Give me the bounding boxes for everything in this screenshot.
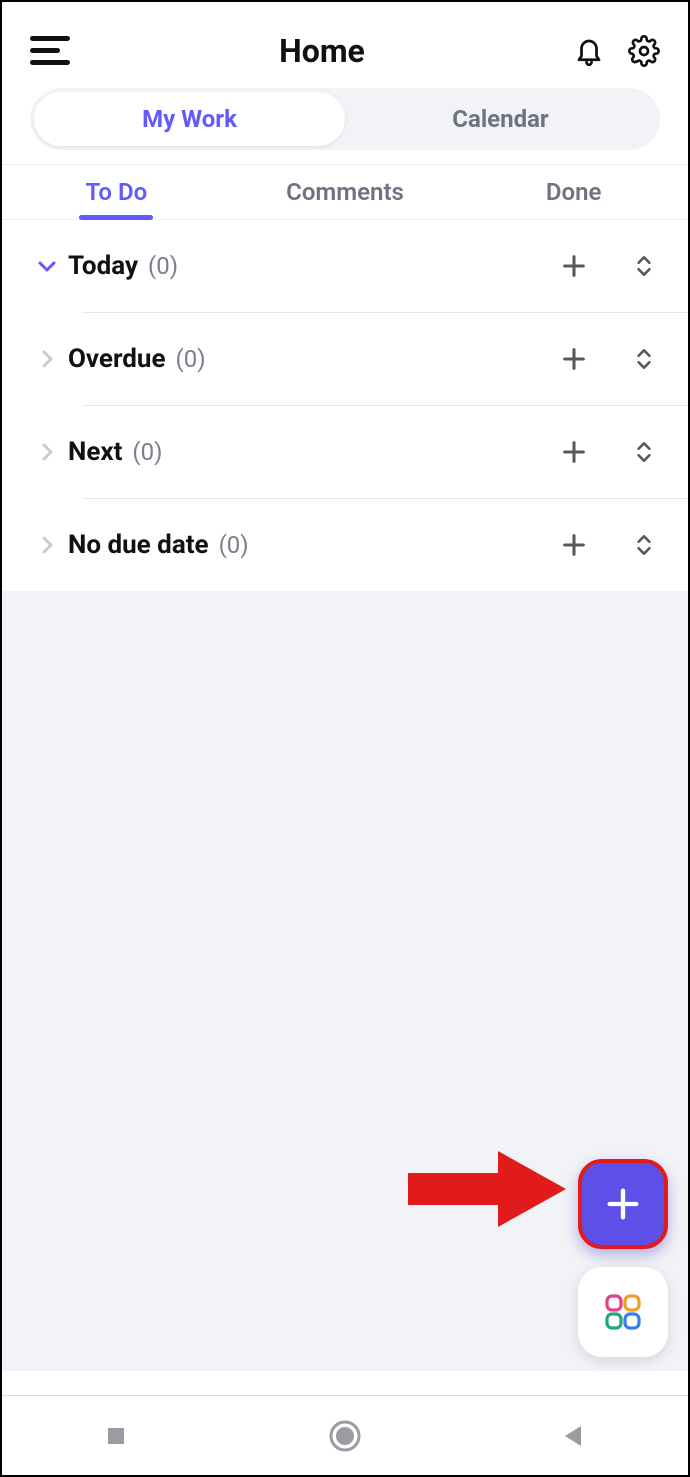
section-count: (0) <box>148 252 178 280</box>
menu-icon[interactable] <box>30 36 70 66</box>
bell-icon[interactable] <box>574 34 604 68</box>
chevron-down-icon <box>26 254 68 278</box>
add-task-button[interactable] <box>554 339 594 379</box>
page-title: Home <box>279 32 365 70</box>
sort-icon[interactable] <box>624 246 664 286</box>
section-count: (0) <box>219 531 249 559</box>
nav-recent-icon[interactable] <box>76 1406 156 1466</box>
add-task-button[interactable] <box>554 432 594 472</box>
add-task-button[interactable] <box>554 525 594 565</box>
add-task-button[interactable] <box>554 246 594 286</box>
chevron-right-icon <box>26 440 68 464</box>
gear-icon[interactable] <box>628 35 660 67</box>
segment-my-work[interactable]: My Work <box>34 92 345 146</box>
tabs-bar: To Do Comments Done <box>2 164 688 220</box>
tab-done[interactable]: Done <box>459 165 688 219</box>
view-segmented-control: My Work Calendar <box>30 88 660 150</box>
sort-icon[interactable] <box>624 525 664 565</box>
section-label: Today <box>68 251 138 281</box>
section-no-due-date[interactable]: No due date (0) <box>2 499 688 591</box>
tab-comments[interactable]: Comments <box>231 165 460 219</box>
section-today[interactable]: Today (0) <box>2 220 688 312</box>
section-label: Overdue <box>68 344 166 374</box>
empty-area <box>2 591 688 1371</box>
apps-button[interactable] <box>578 1267 668 1357</box>
segment-calendar[interactable]: Calendar <box>345 92 656 146</box>
section-label: No due date <box>68 530 209 560</box>
tab-todo[interactable]: To Do <box>2 165 231 219</box>
nav-home-icon[interactable] <box>305 1406 385 1466</box>
new-task-fab[interactable] <box>578 1159 668 1249</box>
chevron-right-icon <box>26 533 68 557</box>
sort-icon[interactable] <box>624 339 664 379</box>
chevron-right-icon <box>26 347 68 371</box>
section-label: Next <box>68 437 122 467</box>
section-overdue[interactable]: Overdue (0) <box>2 313 688 405</box>
section-count: (0) <box>132 438 162 466</box>
section-count: (0) <box>176 345 206 373</box>
sort-icon[interactable] <box>624 432 664 472</box>
section-next[interactable]: Next (0) <box>2 406 688 498</box>
nav-back-icon[interactable] <box>534 1406 614 1466</box>
annotation-arrow-icon <box>408 1145 568 1237</box>
android-nav-bar <box>2 1395 688 1475</box>
